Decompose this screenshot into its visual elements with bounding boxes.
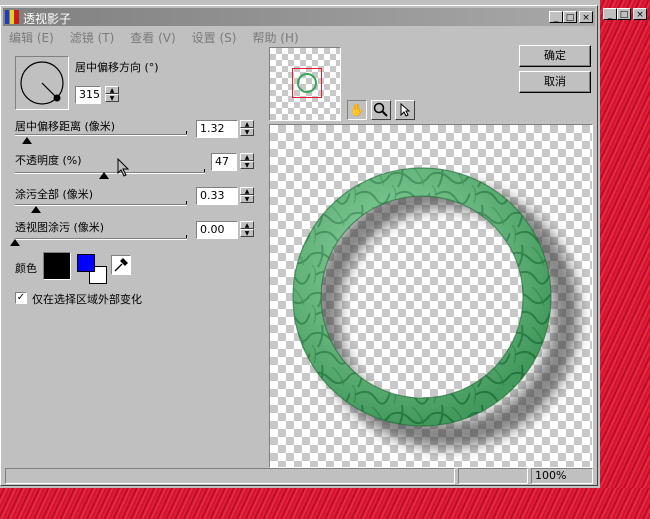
zoom-level: 100% — [531, 468, 593, 484]
navigator-ring-preview — [297, 73, 317, 93]
outer-close-button[interactable]: × — [633, 8, 647, 20]
minimize-button[interactable]: _ — [549, 11, 563, 23]
dialog-window: 透视影子 _ □ × 编辑 (E) 滤镜 (T) 查看 (V) 设置 (S) 帮… — [0, 5, 598, 486]
stepper-up-icon[interactable]: ▲ — [240, 187, 254, 195]
stepper-down-icon[interactable]: ▼ — [240, 229, 254, 237]
slider-tick — [186, 201, 187, 204]
direction-stepper[interactable]: ▲ ▼ — [105, 86, 119, 104]
blur-all-input[interactable]: 0.33 — [196, 187, 238, 205]
jade-ring-preview — [292, 167, 579, 448]
offset-distance-slider[interactable] — [15, 134, 187, 136]
perspective-blur-input[interactable]: 0.00 — [196, 221, 238, 239]
navigator-thumbnail[interactable] — [269, 47, 341, 121]
stepper-up-icon[interactable]: ▲ — [240, 153, 254, 161]
menu-view[interactable]: 查看 (V) — [130, 29, 175, 46]
arrow-pointer-icon — [400, 102, 411, 117]
offset-distance-input[interactable]: 1.32 — [196, 120, 238, 138]
title-bar: 透视影子 _ □ × — [3, 8, 595, 26]
offset-distance-stepper[interactable]: ▲ ▼ — [240, 120, 254, 138]
red-texture-background-bottom — [0, 488, 650, 519]
stepper-down-icon[interactable]: ▼ — [240, 128, 254, 136]
eyedropper-button[interactable] — [111, 255, 131, 275]
zoom-tool-button[interactable] — [371, 100, 391, 120]
direction-dial[interactable] — [15, 56, 69, 110]
outer-window-controls: _ □ × — [603, 8, 647, 20]
perspective-blur-slider[interactable] — [15, 238, 187, 240]
outer-minimize-button[interactable]: _ — [603, 8, 617, 20]
direction-label: 居中偏移方向 (°) — [75, 61, 159, 74]
red-texture-background — [600, 0, 650, 519]
close-button[interactable]: × — [579, 11, 593, 23]
stepper-down-icon[interactable]: ▼ — [105, 94, 119, 102]
shadow-color-swatch[interactable] — [43, 252, 71, 280]
slider-tick — [186, 235, 187, 238]
stepper-down-icon[interactable]: ▼ — [240, 161, 254, 169]
blur-all-slider[interactable] — [15, 204, 187, 206]
outer-maximize-button[interactable]: □ — [617, 8, 631, 20]
menu-filter[interactable]: 滤镜 (T) — [70, 29, 115, 46]
app-icon — [5, 10, 19, 24]
ok-button[interactable]: 确定 — [519, 45, 591, 67]
mouse-cursor-icon — [117, 158, 130, 177]
cancel-button[interactable]: 取消 — [519, 71, 591, 93]
menu-settings[interactable]: 设置 (S) — [192, 29, 237, 46]
foreground-color-swatch[interactable] — [77, 254, 95, 272]
direction-dial-graphic — [20, 61, 64, 105]
opacity-input[interactable]: 47 — [211, 153, 237, 171]
menu-bar: 编辑 (E) 滤镜 (T) 查看 (V) 设置 (S) 帮助 (H) — [9, 29, 315, 46]
eyedropper-icon — [114, 258, 128, 272]
status-pane — [458, 468, 528, 484]
opacity-thumb[interactable] — [99, 172, 110, 179]
stepper-down-icon[interactable]: ▼ — [240, 195, 254, 203]
stepper-up-icon[interactable]: ▲ — [240, 120, 254, 128]
outside-selection-checkbox[interactable]: ✓ — [15, 292, 27, 304]
slider-tick — [204, 169, 205, 172]
opacity-slider[interactable] — [15, 172, 205, 174]
direction-input[interactable]: 315 — [75, 86, 101, 104]
blur-all-stepper[interactable]: ▲ ▼ — [240, 187, 254, 205]
offset-distance-label: 居中偏移距离 (像米) — [15, 120, 116, 133]
maximize-button[interactable]: □ — [563, 11, 577, 23]
perspective-blur-thumb[interactable] — [10, 239, 20, 246]
perspective-blur-label: 透视图涂污 (像米) — [15, 221, 105, 234]
hand-icon: ✋ — [349, 103, 365, 117]
title-controls: _ □ × — [549, 11, 593, 23]
blur-all-label: 涂污全部 (像米) — [15, 188, 94, 201]
stepper-up-icon[interactable]: ▲ — [240, 221, 254, 229]
window-title: 透视影子 — [23, 12, 72, 26]
color-label: 颜色 — [15, 262, 37, 275]
preview-canvas[interactable] — [269, 124, 593, 468]
hand-tool-button[interactable]: ✋ — [347, 100, 367, 120]
magnifier-icon — [373, 102, 388, 117]
menu-help[interactable]: 帮助 (H) — [252, 29, 298, 46]
status-message — [5, 468, 455, 484]
opacity-stepper[interactable]: ▲ ▼ — [240, 153, 254, 171]
blur-all-thumb[interactable] — [30, 206, 41, 213]
menu-edit[interactable]: 编辑 (E) — [9, 29, 54, 46]
opacity-label: 不透明度 (%) — [15, 154, 82, 167]
stepper-up-icon[interactable]: ▲ — [105, 86, 119, 94]
outside-selection-label: 仅在选择区域外部变化 — [32, 293, 142, 306]
perspective-blur-stepper[interactable]: ▲ ▼ — [240, 221, 254, 239]
offset-distance-thumb[interactable] — [22, 137, 33, 144]
slider-tick — [186, 131, 187, 134]
pointer-tool-button[interactable] — [395, 100, 415, 120]
